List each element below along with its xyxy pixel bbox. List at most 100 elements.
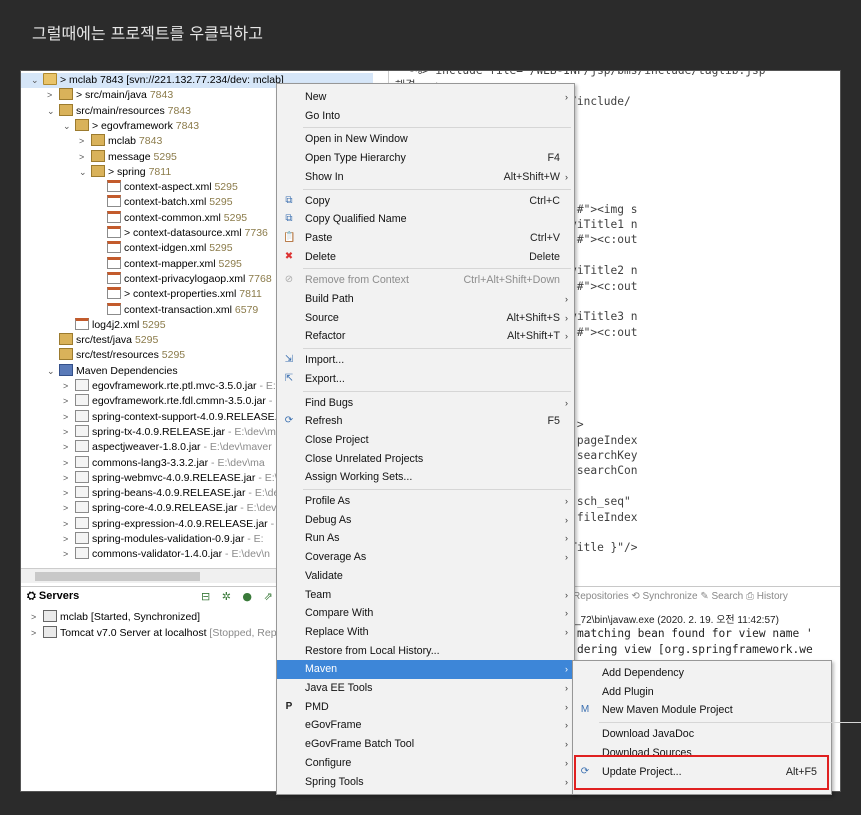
tree-item[interactable]: >spring-expression-4.0.9.RELEASE.jar - E…: [21, 516, 287, 532]
tree-item[interactable]: context-mapper.xml 5295: [21, 256, 242, 272]
menu-item-open-type-hierarchy[interactable]: Open Type Hierarchy F4: [277, 149, 574, 168]
menu-item-find-bugs[interactable]: Find Bugs ›: [277, 394, 574, 413]
menu-item-export[interactable]: ⇱ Export...: [277, 370, 574, 389]
menu-item-debug-as[interactable]: Debug As ›: [277, 511, 574, 530]
menu-item-go-into[interactable]: Go Into: [277, 107, 574, 126]
expand-arrow-icon[interactable]: >: [63, 501, 75, 516]
expand-arrow-icon[interactable]: >: [63, 394, 75, 409]
menu-item-validate[interactable]: Validate: [277, 567, 574, 586]
console-view-tabs[interactable]: Repositories ⟲ Synchronize ✎ Search ⎙ Hi…: [573, 591, 788, 602]
tree-item[interactable]: src/test/java 5295: [21, 333, 158, 348]
expand-arrow-icon[interactable]: >: [79, 150, 91, 165]
tree-item[interactable]: > mclab 7843: [21, 134, 162, 149]
tree-item[interactable]: ⌄ > egovframework 7843: [21, 118, 199, 134]
menu-item-maven[interactable]: Maven ›: [277, 660, 574, 679]
collapse-arrow-icon[interactable]: ⌄: [79, 165, 91, 180]
tree-item[interactable]: context-transaction.xml 6579: [21, 302, 258, 318]
tree-item[interactable]: > > src/main/java 7843: [21, 88, 173, 103]
menu-item-import[interactable]: ⇲ Import...: [277, 351, 574, 370]
maven-submenu-item-add-plugin[interactable]: Add Plugin: [573, 683, 831, 702]
server-item[interactable]: > mclab [Started, Synchronized]: [21, 610, 200, 625]
maven-submenu-item-new-maven-module-project[interactable]: M New Maven Module Project: [573, 701, 831, 720]
menu-item-egovframe-batch-tool[interactable]: eGovFrame Batch Tool ›: [277, 735, 574, 754]
tree-item[interactable]: > spring-core-4.0.9.RELEASE.jar - E:\dev\: [21, 501, 279, 516]
expand-arrow-icon[interactable]: >: [63, 486, 75, 501]
tree-item[interactable]: > spring-context-support-4.0.9.RELEASE.ja: [21, 409, 286, 425]
expand-arrow-icon[interactable]: >: [63, 440, 75, 455]
tree-item[interactable]: context-batch.xml 5295: [21, 195, 233, 210]
menu-item-assign-working-sets[interactable]: Assign Working Sets...: [277, 468, 574, 487]
tree-item[interactable]: > spring-webmvc-4.0.9.RELEASE.jar - E:\c: [21, 470, 283, 486]
expand-arrow-icon[interactable]: >: [79, 134, 91, 149]
collapse-arrow-icon[interactable]: ⌄: [63, 119, 75, 134]
maven-submenu-item-add-dependency[interactable]: Add Dependency: [573, 664, 831, 683]
tree-item[interactable]: log4j2.xml 5295: [21, 317, 166, 333]
tree-item[interactable]: > spring-modules-validation-0.9.jar - E:: [21, 532, 264, 547]
menu-item-egovframe[interactable]: eGovFrame ›: [277, 716, 574, 735]
menu-item-label: Maven: [305, 663, 338, 676]
collapse-arrow-icon[interactable]: ⌄: [31, 73, 43, 88]
menu-item-source[interactable]: Source Alt+Shift+S ›: [277, 309, 574, 328]
tree-item[interactable]: > context-datasource.xml 7736: [21, 226, 268, 241]
maven-submenu-item-download-javadoc[interactable]: Download JavaDoc: [573, 725, 831, 744]
menu-item-copy-qualified-name[interactable]: ⧉ Copy Qualified Name: [277, 210, 574, 229]
tree-item[interactable]: > message 5295: [21, 149, 177, 165]
menu-item-remove-from-context[interactable]: ⊘ Remove from Context Ctrl+Alt+Shift+Down: [277, 271, 574, 290]
menu-item-pmd[interactable]: P PMD ›: [277, 698, 574, 717]
menu-item-spring-tools[interactable]: Spring Tools ›: [277, 773, 574, 792]
tree-item[interactable]: src/test/resources 5295: [21, 348, 185, 363]
menu-item-build-path[interactable]: Build Path ›: [277, 290, 574, 309]
tree-item[interactable]: > context-properties.xml 7811: [21, 287, 262, 302]
menu-item-coverage-as[interactable]: Coverage As ›: [277, 548, 574, 567]
expand-arrow-icon[interactable]: >: [63, 379, 75, 394]
tree-item[interactable]: > commons-validator-1.4.0.jar - E:\dev\n: [21, 547, 270, 562]
tree-item[interactable]: ⌄ Maven Dependencies: [21, 363, 178, 379]
tree-item[interactable]: > egovframework.rte.ptl.mvc-3.5.0.jar - E…: [21, 379, 276, 394]
expand-arrow-icon[interactable]: >: [63, 517, 75, 532]
menu-item-configure[interactable]: Configure ›: [277, 754, 574, 773]
collapse-arrow-icon[interactable]: ⌄: [47, 364, 59, 379]
menu-item-profile-as[interactable]: Profile As ›: [277, 492, 574, 511]
expand-arrow-icon[interactable]: >: [31, 610, 43, 625]
menu-item-show-in[interactable]: Show In Alt+Shift+W ›: [277, 168, 574, 187]
collapse-arrow-icon[interactable]: ⌄: [47, 104, 59, 119]
tree-item[interactable]: context-privacylogaop.xml 7768: [21, 271, 272, 287]
menu-item-copy[interactable]: ⧉ Copy Ctrl+C: [277, 192, 574, 211]
tree-item[interactable]: context-common.xml 5295: [21, 210, 247, 226]
tree-item[interactable]: ⌄ src/main/resources 7843: [21, 103, 191, 119]
menu-item-team[interactable]: Team ›: [277, 586, 574, 605]
menu-item-new[interactable]: New ›: [277, 88, 574, 107]
tree-item[interactable]: > aspectjweaver-1.8.0.jar - E:\dev\maver: [21, 440, 272, 455]
tree-item[interactable]: ⌄ > spring 7811: [21, 164, 171, 180]
menu-item-run-as[interactable]: Run As ›: [277, 529, 574, 548]
scrollbar-thumb[interactable]: [35, 572, 200, 581]
expand-arrow-icon[interactable]: >: [31, 626, 43, 641]
menu-item-open-in-new-window[interactable]: Open in New Window: [277, 130, 574, 149]
servers-tab[interactable]: ⛭ Servers: [21, 587, 85, 607]
menu-item-refresh[interactable]: ⟳ Refresh F5: [277, 412, 574, 431]
menu-item-replace-with[interactable]: Replace With ›: [277, 623, 574, 642]
menu-item-close-unrelated-projects[interactable]: Close Unrelated Projects: [277, 450, 574, 469]
menu-item-restore-from-local-history[interactable]: Restore from Local History...: [277, 642, 574, 661]
menu-item-close-project[interactable]: Close Project: [277, 431, 574, 450]
tree-item[interactable]: > commons-lang3-3.3.2.jar - E:\dev\ma: [21, 455, 265, 471]
expand-arrow-icon[interactable]: >: [47, 88, 59, 103]
tree-item[interactable]: > spring-tx-4.0.9.RELEASE.jar - E:\dev\m: [21, 424, 276, 440]
menu-item-refactor[interactable]: Refactor Alt+Shift+T ›: [277, 327, 574, 346]
expand-arrow-icon[interactable]: >: [63, 471, 75, 486]
servers-toolbar[interactable]: ⊟ ✲ ● ⇗: [201, 590, 277, 603]
tree-item[interactable]: context-aspect.xml 5295: [21, 180, 238, 195]
server-item[interactable]: > Tomcat v7.0 Server at localhost [Stoppe…: [21, 625, 277, 641]
expand-arrow-icon[interactable]: >: [63, 547, 75, 562]
expand-arrow-icon[interactable]: >: [63, 456, 75, 471]
tree-item[interactable]: context-idgen.xml 5295: [21, 241, 233, 256]
menu-item-java-ee-tools[interactable]: Java EE Tools ›: [277, 679, 574, 698]
expand-arrow-icon[interactable]: >: [63, 532, 75, 547]
menu-item-paste[interactable]: 📋 Paste Ctrl+V: [277, 229, 574, 248]
tree-item[interactable]: > egovframework.rte.fdl.cmmn-3.5.0.jar -: [21, 394, 272, 409]
expand-arrow-icon[interactable]: >: [63, 425, 75, 440]
menu-item-compare-with[interactable]: Compare With ›: [277, 604, 574, 623]
tree-item[interactable]: > spring-beans-4.0.9.RELEASE.jar - E:\dev: [21, 486, 285, 501]
expand-arrow-icon[interactable]: >: [63, 410, 75, 425]
menu-item-delete[interactable]: ✖ Delete Delete: [277, 248, 574, 267]
